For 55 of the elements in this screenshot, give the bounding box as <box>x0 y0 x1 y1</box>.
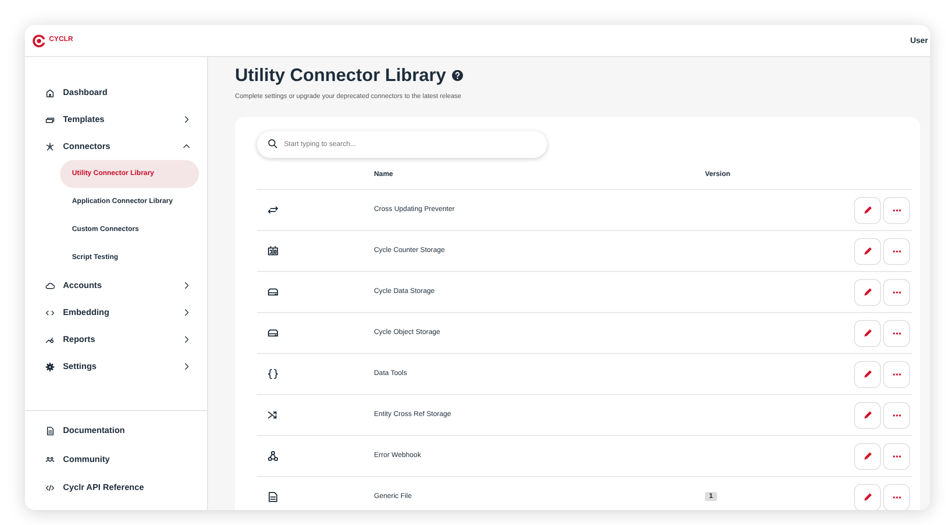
sidebar-item[interactable]: Reports <box>25 326 207 353</box>
more-icon <box>892 250 902 253</box>
more-icon <box>892 332 902 335</box>
drive-icon <box>267 286 279 298</box>
sidebar-item[interactable]: Accounts <box>25 272 207 299</box>
pencil-icon <box>862 410 872 420</box>
more-icon <box>892 372 902 376</box>
document-icon <box>45 426 55 436</box>
cards-icon <box>45 114 55 124</box>
more-icon <box>892 454 902 458</box>
pencil-icon <box>862 451 872 462</box>
swap-arrows-icon <box>267 204 279 216</box>
edit-button[interactable] <box>854 238 881 265</box>
page-title: Utility Connector Library <box>235 65 446 87</box>
more-icon <box>892 414 902 417</box>
edit-button[interactable] <box>854 360 881 388</box>
edit-button[interactable] <box>854 278 881 306</box>
edit-button[interactable] <box>854 320 881 347</box>
pencil-icon <box>862 492 872 502</box>
people-icon <box>45 454 55 464</box>
sidebar-item[interactable]: Dashboard <box>25 79 207 106</box>
sidebar-item[interactable]: Documentation <box>25 416 207 445</box>
code-icon <box>45 308 55 318</box>
drive-icon <box>267 327 279 340</box>
sidebar-item[interactable]: Cyclr API Reference <box>25 474 207 502</box>
sidebar-item[interactable]: Templates <box>25 106 207 133</box>
edit-button[interactable] <box>854 402 881 429</box>
shuffle-icon <box>267 409 279 422</box>
user-name[interactable]: User <box>910 34 928 46</box>
counter-icon <box>267 245 279 258</box>
edit-button[interactable] <box>854 442 881 470</box>
search-icon <box>267 138 278 150</box>
more-icon <box>892 496 902 499</box>
pencil-icon <box>862 246 872 256</box>
more-icon <box>892 290 902 294</box>
pencil-icon <box>862 369 872 380</box>
settings-icon <box>45 362 55 372</box>
sidebar-item[interactable]: Community <box>25 445 207 474</box>
sidebar-item[interactable]: Embedding <box>25 299 207 326</box>
more-icon <box>892 208 902 212</box>
sidebar-item[interactable]: Settings <box>25 353 207 380</box>
edit-button[interactable] <box>854 196 881 224</box>
pencil-icon <box>862 205 872 216</box>
sidebar-item[interactable]: Connectors <box>25 133 207 160</box>
code-icon <box>45 482 55 493</box>
edit-button[interactable] <box>854 484 881 510</box>
file-icon <box>267 491 279 504</box>
pencil-icon <box>862 287 872 298</box>
help-icon[interactable] <box>452 70 464 82</box>
cloud-icon <box>45 280 55 290</box>
home-icon <box>45 88 55 98</box>
network-icon <box>45 142 55 152</box>
webhook-icon <box>267 450 279 462</box>
braces-icon <box>267 368 279 380</box>
pencil-icon <box>862 328 872 338</box>
